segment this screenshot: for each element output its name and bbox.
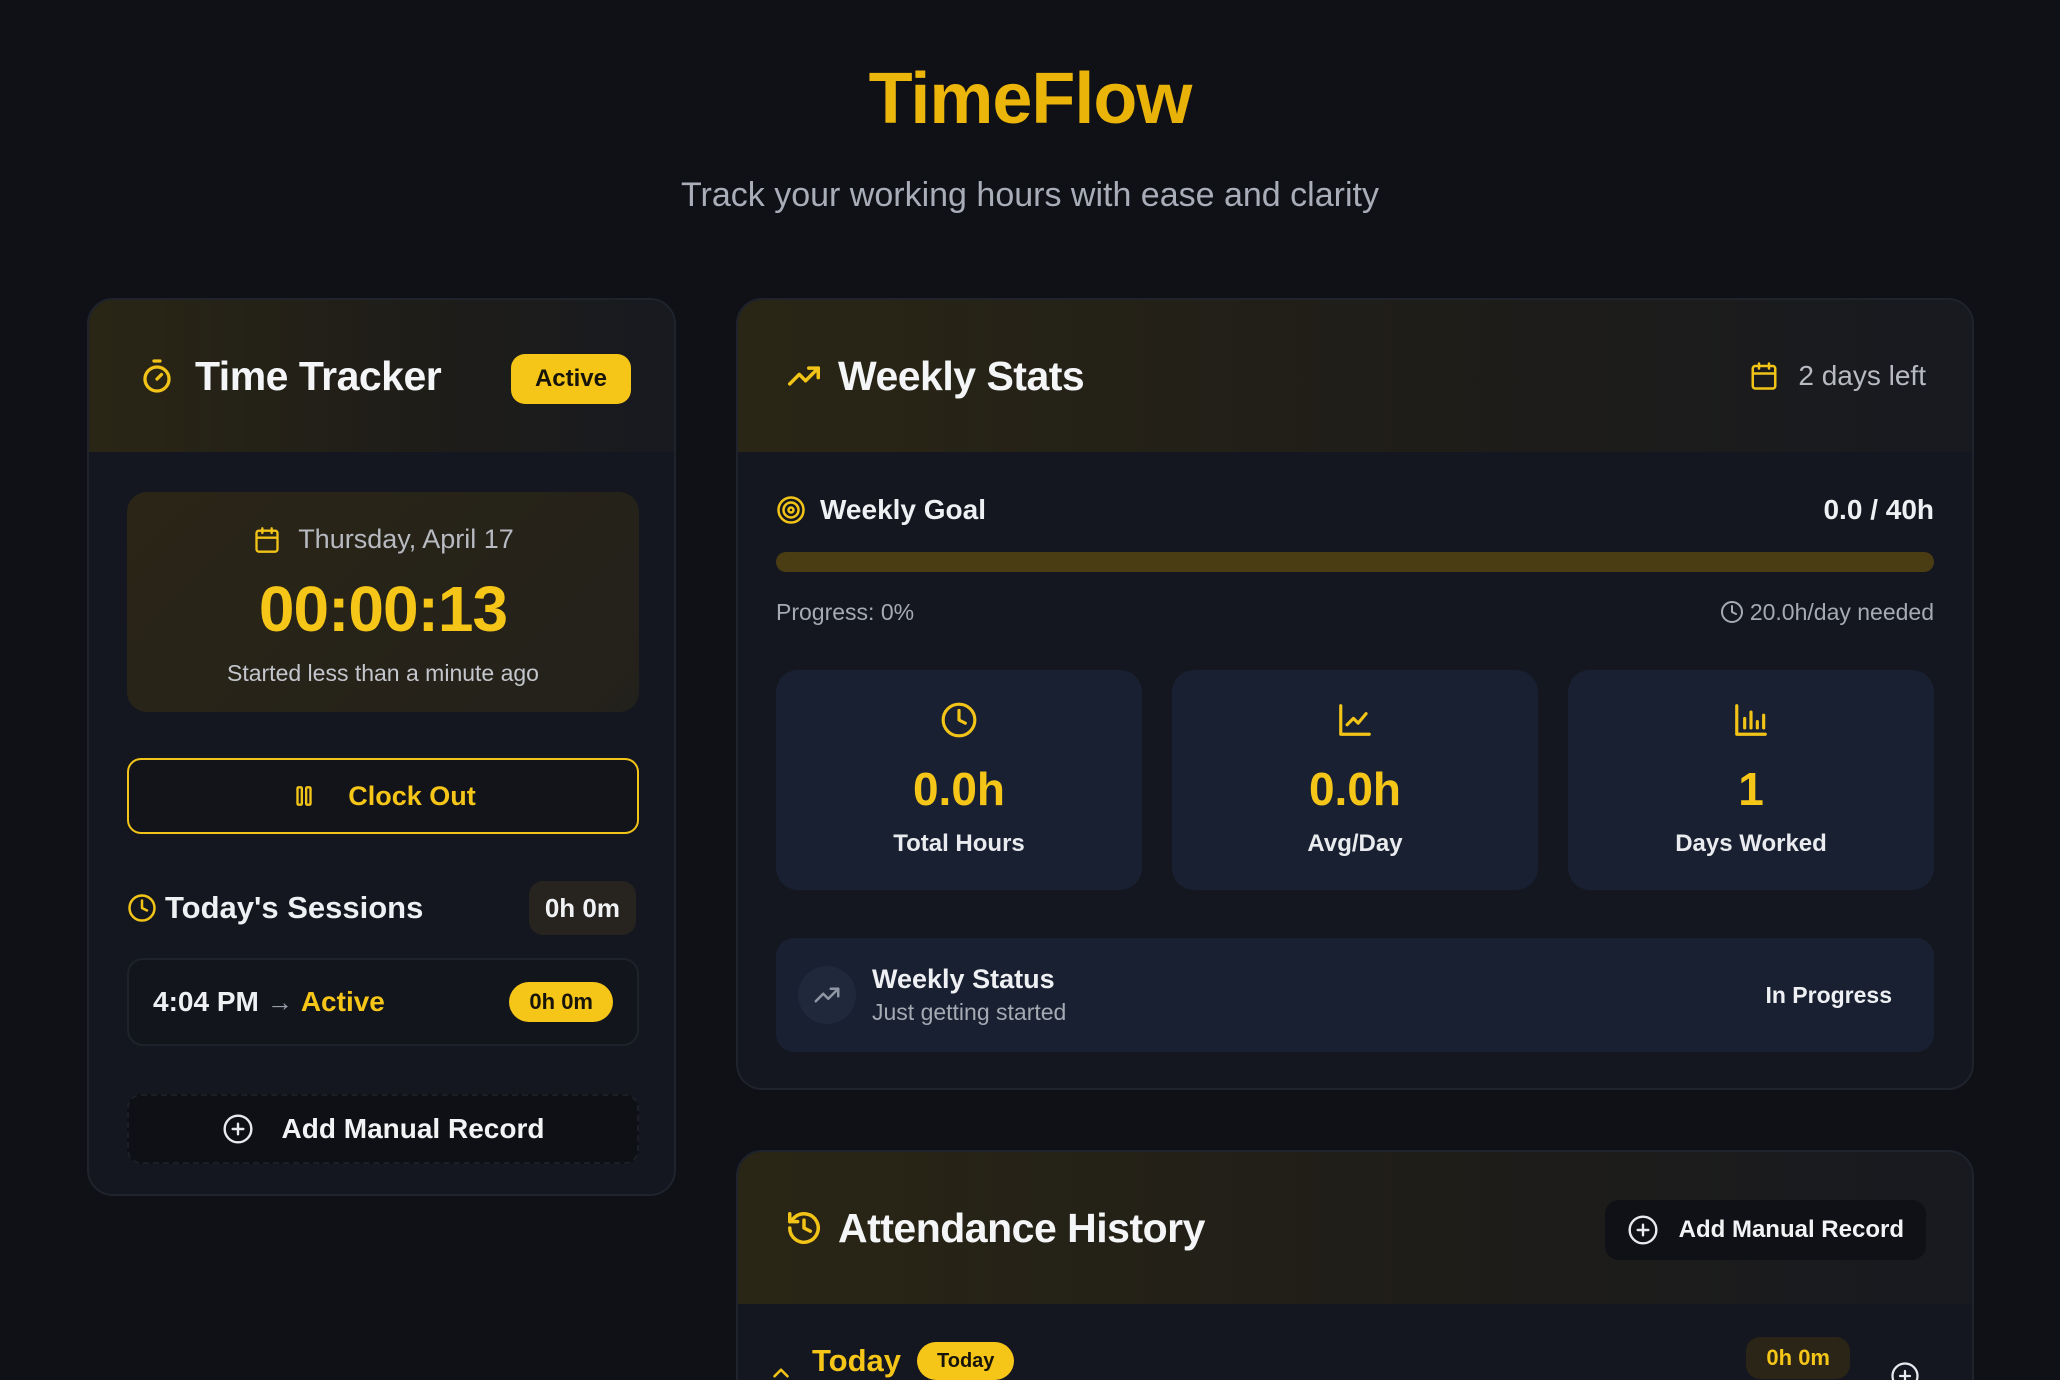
attendance-group-label: Today xyxy=(812,1343,901,1378)
stat-total-hours: 0.0h Total Hours xyxy=(776,670,1142,890)
trending-up-icon xyxy=(798,966,856,1024)
attendance-history-header: Attendance History Add Manual Record xyxy=(738,1152,1972,1304)
session-duration: 0h 0m xyxy=(509,982,613,1022)
session-row: 4:04 PM → Active 0h 0m xyxy=(127,958,639,1046)
tracker-status-badge: Active xyxy=(511,354,631,404)
stat-value: 0.0h xyxy=(912,763,1006,815)
sessions-header: Today's Sessions 0h 0m xyxy=(127,880,636,936)
pause-icon xyxy=(290,782,318,810)
attendance-group-badge: Today xyxy=(917,1342,1015,1380)
weekly-stats-title: Weekly Stats xyxy=(838,352,1085,399)
app-root: TimeFlow Track your working hours with e… xyxy=(0,0,2060,1380)
clock-out-button[interactable]: Clock Out xyxy=(127,758,639,834)
time-tracker-title: Time Tracker xyxy=(195,352,442,399)
stat-avg-day: 0.0h Avg/Day xyxy=(1172,670,1538,890)
weekly-status-title: Weekly Status xyxy=(872,964,1055,994)
sessions-title: Today's Sessions xyxy=(165,890,424,925)
calendar-icon xyxy=(1744,356,1784,396)
stat-label: Avg/Day xyxy=(1307,830,1403,857)
plus-circle-icon xyxy=(1627,1214,1659,1246)
attendance-history-title: Attendance History xyxy=(838,1204,1205,1251)
history-icon xyxy=(784,1208,824,1248)
clock-icon xyxy=(1720,600,1744,624)
hours-needed: 20.0h/day needed xyxy=(1720,599,1934,626)
stat-value: 0.0h xyxy=(1308,763,1402,815)
chevron-up-icon[interactable] xyxy=(768,1360,794,1380)
weekly-progress-bar xyxy=(776,552,1934,572)
weekly-stats-card: Weekly Stats 2 days left Weekly Goal 0.0… xyxy=(736,298,1974,1090)
add-manual-record-label: Add Manual Record xyxy=(281,1113,545,1144)
clock-icon xyxy=(127,893,157,923)
plus-circle-icon xyxy=(222,1113,254,1145)
attendance-group-today[interactable]: Today Today 0h 0m xyxy=(768,1336,1934,1380)
time-tracker-header: Time Tracker Active xyxy=(89,300,674,452)
attendance-group-total: 0h 0m xyxy=(1746,1337,1850,1379)
bar-chart-icon xyxy=(1568,700,1934,740)
attendance-add-manual-label: Add Manual Record xyxy=(1678,1216,1904,1243)
attendance-add-manual-record-button[interactable]: Add Manual Record xyxy=(1604,1200,1926,1260)
days-left: 2 days left xyxy=(1744,356,1926,396)
add-manual-record-button[interactable]: Add Manual Record xyxy=(127,1094,639,1164)
weekly-status-badge: In Progress xyxy=(1765,981,1892,1008)
plus-circle-icon[interactable] xyxy=(1890,1361,1920,1380)
clock-out-label: Clock Out xyxy=(348,780,476,811)
weekly-status-subtitle: Just getting started xyxy=(872,999,1067,1025)
calendar-icon xyxy=(252,525,282,555)
stopwatch-icon xyxy=(137,356,177,396)
progress-text: Progress: 0% xyxy=(776,598,915,625)
hours-needed-text: 20.0h/day needed xyxy=(1749,598,1934,625)
weekly-status-text: Weekly Status Just getting started xyxy=(872,964,1066,1026)
days-left-text: 2 days left xyxy=(1798,360,1926,391)
timer-display: Thursday, April 17 00:00:13 Started less… xyxy=(127,492,639,712)
weekly-goal-label: Weekly Goal xyxy=(820,494,987,525)
weekly-goal-value: 0.0 / 40h xyxy=(1823,494,1934,525)
weekly-status-row: Weekly Status Just getting started In Pr… xyxy=(776,938,1934,1052)
stat-label: Days Worked xyxy=(1675,830,1827,857)
timer-date: Thursday, April 17 xyxy=(298,524,514,554)
stat-label: Total Hours xyxy=(893,830,1025,857)
timer-date-row: Thursday, April 17 xyxy=(127,524,639,555)
line-chart-icon xyxy=(1172,700,1538,740)
progress-meta: Progress: 0% 20.0h/day needed xyxy=(776,596,1934,628)
elapsed-time: 00:00:13 xyxy=(258,573,508,645)
session-start-time: 4:04 PM xyxy=(153,986,259,1017)
clock-icon xyxy=(776,700,1142,740)
weekly-stats-header: Weekly Stats 2 days left xyxy=(738,300,1972,452)
sessions-total: 0h 0m xyxy=(528,881,636,935)
stat-days-worked: 1 Days Worked xyxy=(1568,670,1934,890)
app-tagline: Track your working hours with ease and c… xyxy=(681,176,1379,214)
time-tracker-card: Time Tracker Active Thursday, April 17 0… xyxy=(87,298,676,1196)
weekly-goal-row: Weekly Goal 0.0 / 40h xyxy=(776,490,1934,530)
trending-up-icon xyxy=(784,356,824,396)
session-state: Active xyxy=(300,986,385,1017)
stat-value: 1 xyxy=(1738,763,1764,815)
target-icon xyxy=(776,495,806,525)
attendance-history-card: Attendance History Add Manual Record Tod… xyxy=(736,1150,1974,1380)
arrow-right-icon: → xyxy=(266,986,293,1017)
app-title: TimeFlow xyxy=(0,58,2060,140)
started-text: Started less than a minute ago xyxy=(227,660,539,686)
